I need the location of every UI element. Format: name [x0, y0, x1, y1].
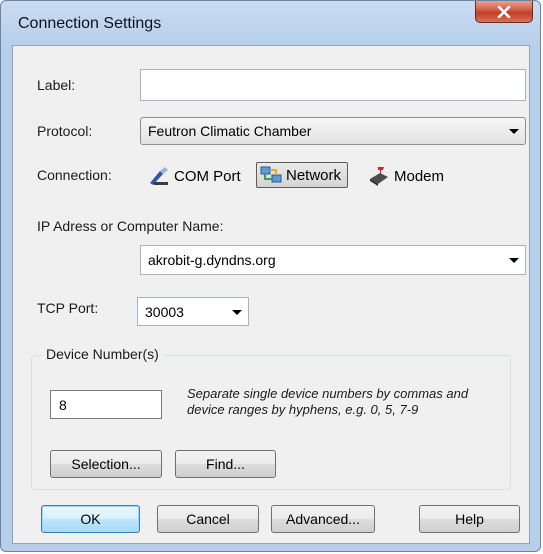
- cancel-button[interactable]: Cancel: [157, 505, 259, 533]
- protocol-select[interactable]: Feutron Climatic Chamber: [140, 117, 526, 145]
- connection-option-com-port[interactable]: COM Port: [148, 163, 241, 189]
- tcp-port-combobox[interactable]: 30003: [137, 297, 249, 326]
- label-field-label: Label:: [37, 77, 76, 93]
- ok-button[interactable]: OK: [41, 505, 140, 533]
- label-input[interactable]: [140, 69, 526, 101]
- ip-address-combobox[interactable]: akrobit-g.dyndns.org: [140, 245, 526, 275]
- title-bar[interactable]: Connection Settings: [1, 1, 540, 45]
- ip-address-label: IP Adress or Computer Name:: [37, 218, 224, 234]
- chevron-down-icon: [509, 129, 519, 134]
- connection-label: Connection:: [37, 167, 112, 183]
- tcp-port-value: 30003: [145, 304, 184, 320]
- chevron-down-icon: [232, 310, 242, 315]
- ip-address-value: akrobit-g.dyndns.org: [148, 252, 276, 268]
- com-port-label: COM Port: [174, 167, 241, 185]
- modem-label: Modem: [394, 167, 445, 185]
- network-icon: [260, 166, 282, 183]
- dialog-body: Label: Protocol: Feutron Climatic Chambe…: [12, 45, 530, 544]
- protocol-selected-value: Feutron Climatic Chamber: [148, 123, 312, 139]
- connection-option-modem[interactable]: Modem: [368, 163, 444, 189]
- network-label: Network: [286, 166, 342, 184]
- device-numbers-title: Device Number(s): [42, 346, 163, 362]
- selection-button[interactable]: Selection...: [50, 450, 162, 478]
- close-button[interactable]: [475, 1, 533, 23]
- device-numbers-group: Device Number(s) 8 Separate single devic…: [31, 346, 511, 490]
- device-number-input[interactable]: 8: [50, 390, 162, 419]
- find-button[interactable]: Find...: [175, 450, 276, 478]
- com-port-icon: [150, 167, 168, 185]
- window-title: Connection Settings: [18, 15, 162, 32]
- help-button[interactable]: Help: [419, 505, 520, 533]
- connection-settings-dialog: Connection Settings Label: Protocol: Feu…: [0, 0, 541, 552]
- protocol-label: Protocol:: [37, 123, 93, 139]
- device-numbers-hint: Separate single device numbers by commas…: [187, 386, 469, 417]
- advanced-button[interactable]: Advanced...: [271, 505, 375, 533]
- chevron-down-icon: [509, 258, 519, 263]
- modem-icon: [370, 167, 388, 186]
- close-icon: [497, 5, 511, 18]
- tcp-port-label: TCP Port:: [37, 300, 99, 316]
- connection-option-network[interactable]: Network: [256, 162, 349, 188]
